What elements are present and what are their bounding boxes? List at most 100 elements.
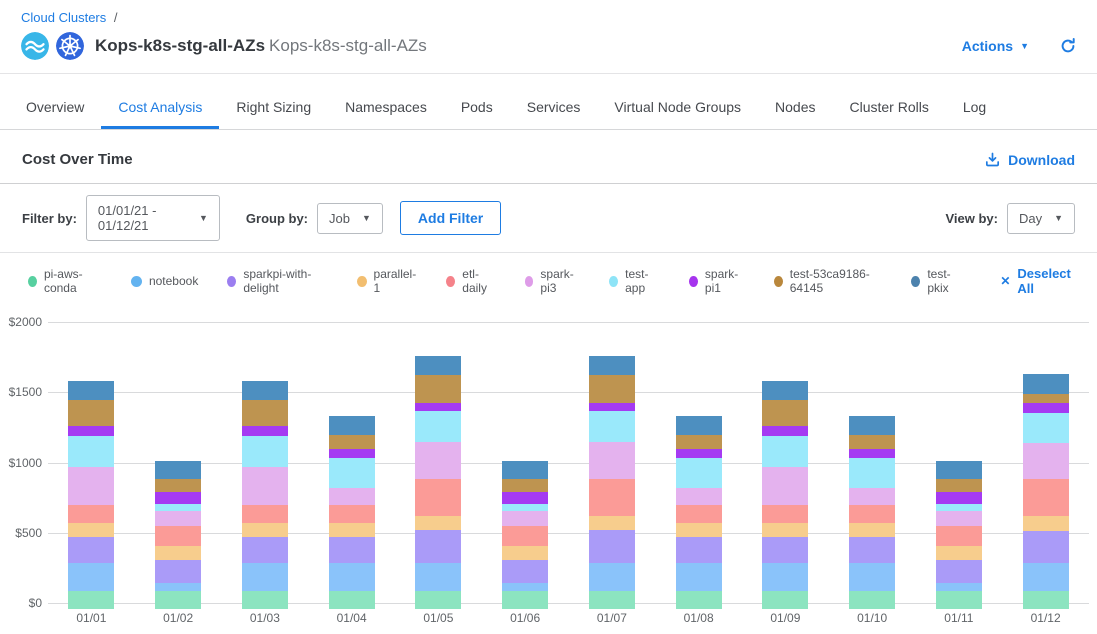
bar-segment-spark-pi1[interactable] <box>589 403 635 411</box>
bar-segment-parallel-1[interactable] <box>1023 516 1069 532</box>
stacked-bar-01/02[interactable] <box>155 461 201 609</box>
bar-segment-spark-pi3[interactable] <box>502 511 548 526</box>
bar-segment-test-53ca9186-64145[interactable] <box>849 435 895 449</box>
bar-segment-spark-pi1[interactable] <box>155 492 201 504</box>
bar-segment-test-53ca9186-64145[interactable] <box>155 479 201 492</box>
bar-segment-test-pkix[interactable] <box>849 416 895 434</box>
bar-segment-parallel-1[interactable] <box>329 523 375 537</box>
bar-segment-parallel-1[interactable] <box>502 546 548 560</box>
bar-segment-pi-aws-conda[interactable] <box>68 591 114 609</box>
add-filter-button[interactable]: Add Filter <box>400 201 501 235</box>
stacked-bar-01/01[interactable] <box>68 381 114 609</box>
bar-segment-notebook[interactable] <box>68 563 114 591</box>
legend-item-test-pkix[interactable]: test-pkix <box>911 267 963 295</box>
bar-segment-parallel-1[interactable] <box>589 516 635 530</box>
stacked-bar-01/10[interactable] <box>849 416 895 609</box>
bar-segment-spark-pi3[interactable] <box>68 467 114 505</box>
bar-segment-test-pkix[interactable] <box>589 356 635 375</box>
bar-segment-parallel-1[interactable] <box>762 523 808 537</box>
bar-segment-etl-daily[interactable] <box>68 505 114 523</box>
bar-segment-notebook[interactable] <box>849 563 895 591</box>
bar-segment-spark-pi3[interactable] <box>676 488 722 505</box>
bar-segment-spark-pi3[interactable] <box>849 488 895 505</box>
bar-segment-test-app[interactable] <box>68 436 114 467</box>
view-by-select[interactable]: Day ▼ <box>1007 203 1075 234</box>
bar-segment-test-app[interactable] <box>329 458 375 488</box>
bar-segment-parallel-1[interactable] <box>936 546 982 560</box>
bar-segment-spark-pi3[interactable] <box>242 467 288 505</box>
deselect-all-button[interactable]: ✕Deselect All <box>1000 266 1075 296</box>
bar-segment-pi-aws-conda[interactable] <box>1023 591 1069 609</box>
legend-item-spark-pi1[interactable]: spark-pi1 <box>689 267 745 295</box>
bar-segment-test-pkix[interactable] <box>676 416 722 434</box>
bar-segment-sparkpi-with-delight[interactable] <box>589 530 635 562</box>
bar-segment-test-app[interactable] <box>1023 413 1069 443</box>
bar-segment-notebook[interactable] <box>155 583 201 591</box>
bar-segment-test-app[interactable] <box>849 458 895 488</box>
tab-cost-analysis[interactable]: Cost Analysis <box>101 86 219 129</box>
bar-segment-spark-pi3[interactable] <box>155 511 201 526</box>
bar-segment-spark-pi3[interactable] <box>415 442 461 479</box>
bar-segment-spark-pi1[interactable] <box>329 449 375 458</box>
bar-segment-etl-daily[interactable] <box>329 505 375 523</box>
bar-segment-spark-pi1[interactable] <box>415 403 461 411</box>
bar-segment-notebook[interactable] <box>329 563 375 591</box>
bar-segment-test-app[interactable] <box>589 411 635 442</box>
bar-segment-spark-pi1[interactable] <box>242 426 288 436</box>
tab-cluster-rolls[interactable]: Cluster Rolls <box>832 86 945 129</box>
bar-segment-test-pkix[interactable] <box>1023 374 1069 394</box>
tab-virtual-node-groups[interactable]: Virtual Node Groups <box>597 86 758 129</box>
stacked-bar-01/11[interactable] <box>936 461 982 609</box>
bar-segment-test-app[interactable] <box>155 504 201 511</box>
bar-segment-notebook[interactable] <box>762 563 808 591</box>
legend-item-etl-daily[interactable]: etl-daily <box>446 267 495 295</box>
bar-segment-etl-daily[interactable] <box>936 526 982 546</box>
bar-segment-notebook[interactable] <box>936 583 982 591</box>
bar-segment-spark-pi1[interactable] <box>936 492 982 504</box>
date-range-select[interactable]: 01/01/21 - 01/12/21 ▼ <box>86 195 220 241</box>
bar-segment-etl-daily[interactable] <box>242 505 288 523</box>
bar-segment-pi-aws-conda[interactable] <box>849 591 895 609</box>
bar-segment-spark-pi3[interactable] <box>329 488 375 505</box>
bar-segment-sparkpi-with-delight[interactable] <box>415 530 461 562</box>
bar-segment-sparkpi-with-delight[interactable] <box>68 537 114 562</box>
bar-segment-test-53ca9186-64145[interactable] <box>762 400 808 427</box>
group-by-select[interactable]: Job ▼ <box>317 203 383 234</box>
bar-segment-sparkpi-with-delight[interactable] <box>242 537 288 562</box>
bar-segment-parallel-1[interactable] <box>849 523 895 537</box>
bar-segment-notebook[interactable] <box>676 563 722 591</box>
bar-segment-test-53ca9186-64145[interactable] <box>502 479 548 492</box>
bar-segment-etl-daily[interactable] <box>762 505 808 523</box>
legend-item-sparkpi-with-delight[interactable]: sparkpi-with-delight <box>227 267 327 295</box>
bar-segment-spark-pi1[interactable] <box>676 449 722 458</box>
bar-segment-parallel-1[interactable] <box>415 516 461 530</box>
breadcrumb-link-cloud-clusters[interactable]: Cloud Clusters <box>21 10 106 25</box>
bar-segment-spark-pi3[interactable] <box>936 511 982 526</box>
legend-item-pi-aws-conda[interactable]: pi-aws-conda <box>28 267 102 295</box>
tab-overview[interactable]: Overview <box>9 86 101 129</box>
bar-segment-notebook[interactable] <box>242 563 288 591</box>
bar-segment-parallel-1[interactable] <box>155 546 201 560</box>
bar-segment-pi-aws-conda[interactable] <box>676 591 722 609</box>
legend-item-test-app[interactable]: test-app <box>609 267 660 295</box>
bar-segment-pi-aws-conda[interactable] <box>936 591 982 609</box>
bar-segment-test-pkix[interactable] <box>68 381 114 399</box>
tab-log[interactable]: Log <box>946 86 1003 129</box>
bar-segment-test-pkix[interactable] <box>242 381 288 399</box>
bar-segment-spark-pi1[interactable] <box>68 426 114 436</box>
download-button[interactable]: Download <box>984 151 1075 168</box>
bar-segment-sparkpi-with-delight[interactable] <box>502 560 548 583</box>
refresh-icon[interactable] <box>1059 37 1077 55</box>
stacked-bar-01/12[interactable] <box>1023 374 1069 609</box>
bar-segment-etl-daily[interactable] <box>589 479 635 516</box>
actions-button[interactable]: Actions ▼ <box>962 38 1029 54</box>
bar-segment-pi-aws-conda[interactable] <box>502 591 548 609</box>
bar-segment-spark-pi1[interactable] <box>1023 403 1069 413</box>
bar-segment-spark-pi1[interactable] <box>502 492 548 504</box>
bar-segment-pi-aws-conda[interactable] <box>155 591 201 609</box>
bar-segment-test-pkix[interactable] <box>502 461 548 479</box>
bar-segment-pi-aws-conda[interactable] <box>242 591 288 609</box>
bar-segment-sparkpi-with-delight[interactable] <box>849 537 895 562</box>
bar-segment-etl-daily[interactable] <box>849 505 895 523</box>
legend-item-notebook[interactable]: notebook <box>131 274 198 288</box>
